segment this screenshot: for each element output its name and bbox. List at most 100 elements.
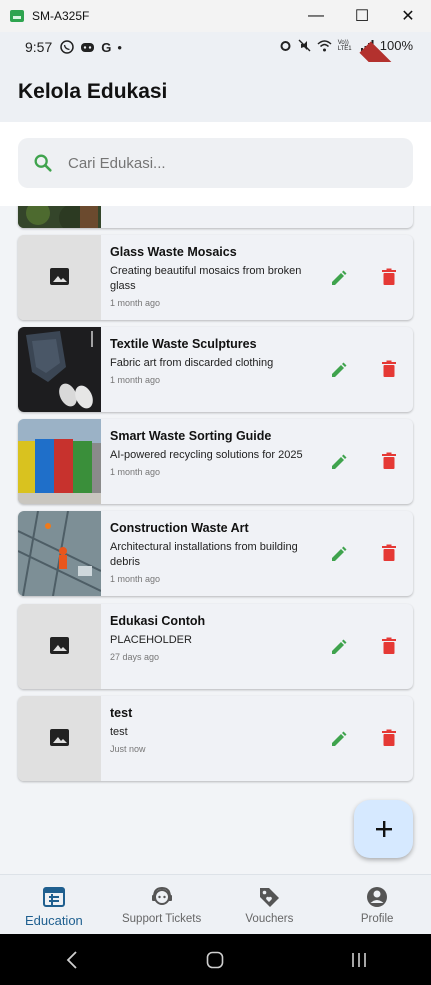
nav-profile[interactable]: Profile bbox=[323, 875, 431, 934]
recents-button[interactable] bbox=[339, 945, 379, 975]
edit-icon[interactable] bbox=[330, 545, 348, 563]
edit-icon[interactable] bbox=[330, 361, 348, 379]
item-thumbnail bbox=[18, 206, 101, 228]
back-icon bbox=[66, 950, 77, 969]
list-item[interactable]: Textile Waste Sculptures Fabric art from… bbox=[18, 327, 413, 412]
device-frame: SM-A325F — ☐ ✕ 9:57 G • Vo)) LTE1 100% D… bbox=[0, 0, 431, 985]
status-indicators: Vo)) LTE1 100% bbox=[279, 38, 413, 53]
item-title: Edukasi Contoh bbox=[110, 614, 206, 628]
home-icon bbox=[207, 951, 224, 968]
google-icon: G bbox=[101, 39, 112, 55]
alarm-icon bbox=[280, 41, 291, 51]
item-description: Creating beautiful mosaics from broken g… bbox=[110, 265, 302, 292]
add-education-button[interactable] bbox=[354, 800, 413, 858]
nav-vouchers[interactable]: Vouchers bbox=[216, 875, 324, 934]
item-timestamp: 1 month ago bbox=[110, 574, 161, 584]
item-content: test test Just now bbox=[110, 705, 310, 754]
wifi-icon bbox=[317, 39, 332, 51]
delete-icon[interactable] bbox=[381, 268, 397, 286]
window-controls: — ☐ ✕ bbox=[293, 0, 431, 32]
item-title: Smart Waste Sorting Guide bbox=[110, 429, 272, 443]
recents-icon bbox=[352, 952, 366, 967]
edit-icon[interactable] bbox=[330, 453, 348, 471]
item-timestamp: 1 month ago bbox=[110, 467, 161, 477]
minimize-button[interactable]: — bbox=[293, 0, 339, 32]
discord-icon bbox=[81, 43, 95, 52]
item-description: PLACEHOLDER bbox=[110, 634, 192, 646]
list-item[interactable]: Construction Waste Art Architectural ins… bbox=[18, 511, 413, 596]
back-button[interactable] bbox=[52, 945, 92, 975]
delete-icon[interactable] bbox=[381, 452, 397, 470]
maximize-button[interactable]: ☐ bbox=[339, 0, 385, 32]
edit-icon[interactable] bbox=[330, 730, 348, 748]
item-title: Construction Waste Art bbox=[110, 521, 249, 535]
system-navigation-bar bbox=[0, 934, 431, 985]
education-icon bbox=[42, 887, 65, 907]
list-item[interactable]: test test Just now bbox=[18, 696, 413, 781]
nav-label: Support Tickets bbox=[121, 913, 202, 925]
item-title: Textile Waste Sculptures bbox=[110, 337, 257, 351]
profile-icon bbox=[367, 887, 388, 907]
more-notifications-dot: • bbox=[117, 39, 122, 55]
nav-education[interactable]: Education bbox=[0, 875, 108, 934]
item-description: Fabric art from discarded clothing bbox=[110, 357, 274, 369]
list-item-partial[interactable] bbox=[18, 206, 413, 228]
item-content: Glass Waste Mosaics Creating beautiful m… bbox=[110, 244, 310, 308]
item-description: test bbox=[110, 726, 128, 738]
search-section bbox=[0, 122, 431, 206]
item-timestamp: 1 month ago bbox=[110, 375, 161, 385]
item-content: Smart Waste Sorting Guide AI-powered rec… bbox=[110, 428, 310, 477]
voucher-icon bbox=[260, 888, 280, 907]
window-title-bar: SM-A325F — ☐ ✕ bbox=[0, 0, 431, 32]
nav-label: Profile bbox=[360, 913, 394, 925]
status-time: 9:57 bbox=[25, 39, 53, 55]
battery-percent: 100% bbox=[379, 38, 413, 53]
education-list[interactable]: Glass Waste Mosaics Creating beautiful m… bbox=[0, 206, 431, 874]
item-description: Architectural installations from buildin… bbox=[110, 541, 298, 568]
edit-icon[interactable] bbox=[330, 638, 348, 656]
construction-photo bbox=[18, 511, 101, 596]
item-description: AI-powered recycling solutions for 2025 bbox=[110, 449, 303, 461]
close-button[interactable]: ✕ bbox=[385, 0, 431, 32]
bottom-navigation: Education Support Tickets Vouchers Profi… bbox=[0, 874, 431, 934]
mute-icon bbox=[298, 39, 311, 52]
volte-label: Vo)) LTE1 bbox=[337, 39, 352, 52]
delete-icon[interactable] bbox=[381, 360, 397, 378]
nav-support-tickets[interactable]: Support Tickets bbox=[108, 875, 216, 934]
status-bar: 9:57 G • Vo)) LTE1 100% DEBUG bbox=[0, 32, 431, 131]
list-item[interactable]: Smart Waste Sorting Guide AI-powered rec… bbox=[18, 419, 413, 504]
placeholder-image bbox=[18, 696, 101, 781]
clothes-photo bbox=[18, 327, 101, 412]
item-content: Textile Waste Sculptures Fabric art from… bbox=[110, 336, 310, 385]
edit-icon[interactable] bbox=[330, 269, 348, 287]
item-timestamp: 1 month ago bbox=[110, 298, 161, 308]
delete-icon[interactable] bbox=[381, 637, 397, 655]
page-title: Kelola Edukasi bbox=[18, 80, 168, 103]
delete-icon[interactable] bbox=[381, 729, 397, 747]
item-content: Construction Waste Art Architectural ins… bbox=[110, 520, 310, 584]
plus-icon bbox=[375, 821, 392, 837]
nav-label: Vouchers bbox=[245, 913, 294, 925]
whatsapp-icon bbox=[60, 40, 74, 54]
window-title: SM-A325F bbox=[32, 9, 90, 23]
home-button[interactable] bbox=[195, 945, 235, 975]
item-content: Edukasi Contoh PLACEHOLDER 27 days ago bbox=[110, 613, 310, 662]
search-bar[interactable] bbox=[18, 138, 413, 188]
list-item[interactable]: Edukasi Contoh PLACEHOLDER 27 days ago bbox=[18, 604, 413, 689]
support-icon bbox=[151, 886, 172, 905]
app-bar: Kelola Edukasi bbox=[0, 62, 431, 122]
item-title: Glass Waste Mosaics bbox=[110, 245, 237, 259]
delete-icon[interactable] bbox=[381, 544, 397, 562]
item-timestamp: 27 days ago bbox=[110, 652, 160, 662]
notification-icons: G • bbox=[60, 40, 122, 55]
list-item[interactable]: Glass Waste Mosaics Creating beautiful m… bbox=[18, 235, 413, 320]
nav-label: Education bbox=[24, 913, 83, 928]
item-title: test bbox=[110, 706, 133, 720]
image-icon bbox=[50, 268, 69, 285]
app-window-icon bbox=[10, 10, 24, 22]
item-timestamp: Just now bbox=[110, 744, 146, 754]
search-input[interactable] bbox=[68, 154, 368, 172]
bins-photo bbox=[18, 419, 101, 504]
search-icon bbox=[34, 154, 52, 172]
placeholder-image bbox=[18, 235, 101, 320]
